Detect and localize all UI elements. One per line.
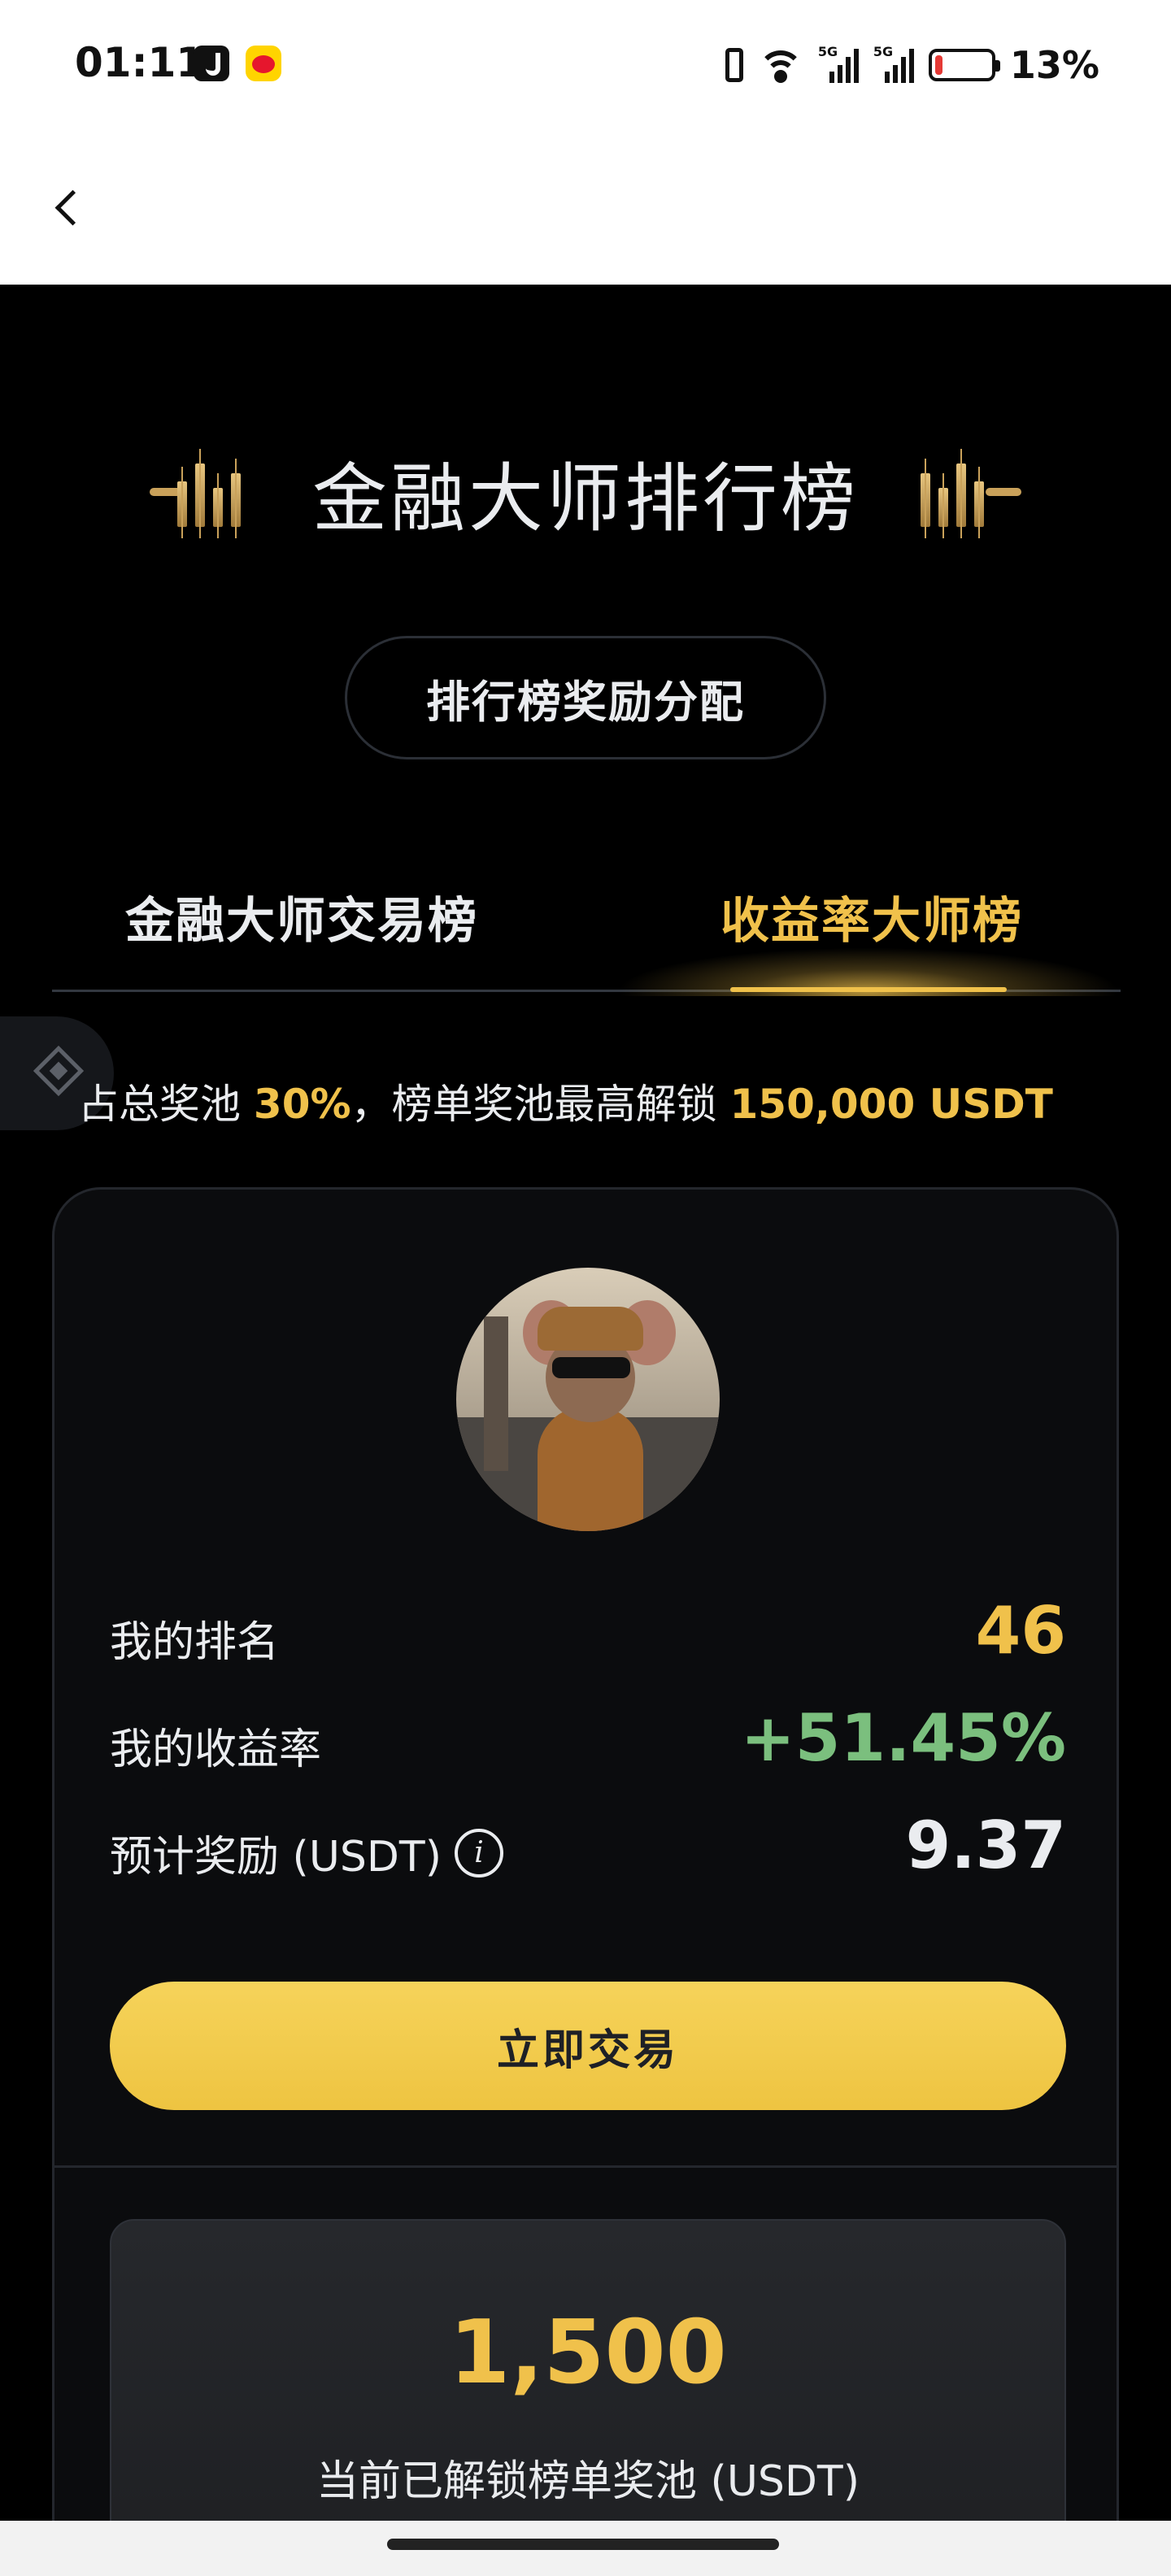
signal-label: 5G [817,44,838,59]
my-yield-label: 我的收益率 [110,1725,322,1774]
pool-note-middle: ，榜单奖池最高解锁 [350,1081,730,1128]
candlestick-decoration-left-icon [149,447,255,538]
tiktok-icon [194,46,229,81]
status-time: 01:11 [75,39,205,86]
pool-note-percent: 30% [253,1081,351,1128]
pool-note-prefix: 占总奖池 [78,1081,254,1128]
signal-icon: 5G [873,44,914,83]
estimated-reward-label: 预计奖励 (USDT) [110,1833,442,1882]
my-ranking-card: 我的排名 46 我的收益率 +51.45% 预计奖励 (USDT) i 9.37… [52,1187,1119,2576]
signal-label: 5G [873,44,894,59]
battery-icon [928,49,1000,81]
home-gesture-handle[interactable] [387,2539,779,2550]
unlocked-pool-label: 当前已解锁榜单奖池 (USDT) [316,2457,860,2506]
estimated-reward-row: 预计奖励 (USDT) i 9.37 [110,1808,1066,1889]
title-row: 金融大师排行榜 [0,439,1171,545]
pool-note-max-amount: 150,000 USDT [729,1081,1053,1128]
status-indicators: 5G 5G 13% [725,41,1099,89]
tab-trading-master[interactable]: 金融大师交易榜 [125,881,478,952]
active-tab-indicator [730,987,1007,992]
page-title: 金融大师排行榜 [311,455,859,542]
weibo-icon [246,46,281,81]
signal-icon: 5G [817,44,859,83]
diamond-icon [33,1045,85,1097]
system-nav-bar [0,2521,1171,2576]
my-yield-value: +51.45% [740,1700,1066,1776]
my-rank-row: 我的排名 46 [110,1593,1066,1674]
my-rank-value: 46 [975,1593,1066,1669]
my-yield-row: 我的收益率 +51.45% [110,1700,1066,1782]
status-bar: 01:11 5G 5G 13% [0,0,1171,130]
estimated-reward-value: 9.37 [905,1808,1066,1883]
info-icon[interactable]: i [454,1828,503,1878]
reward-distribution-button[interactable]: 排行榜奖励分配 [345,636,826,759]
unlocked-pool-amount: 1,500 [449,2302,727,2404]
my-rank-label: 我的排名 [110,1618,280,1667]
trade-now-button[interactable]: 立即交易 [110,1982,1066,2110]
leaderboard-tabs: 金融大师交易榜 收益率大师榜 [52,862,1121,996]
wifi-icon [757,47,803,83]
battery-percent: 13% [1009,43,1099,87]
vibrate-icon [725,48,743,82]
avatar [456,1268,720,1531]
app-header [0,130,1171,285]
back-button[interactable] [46,176,94,241]
estimated-reward-label-group: 预计奖励 (USDT) i [110,1822,503,1883]
battery-fill [934,55,942,75]
candlestick-decoration-right-icon [916,447,1021,538]
pool-share-note: 占总奖池 30%，榜单奖池最高解锁 150,000 USDT [78,1072,1127,1130]
tab-yield-master[interactable]: 收益率大师榜 [720,881,1023,952]
card-divider [54,2165,1117,2168]
